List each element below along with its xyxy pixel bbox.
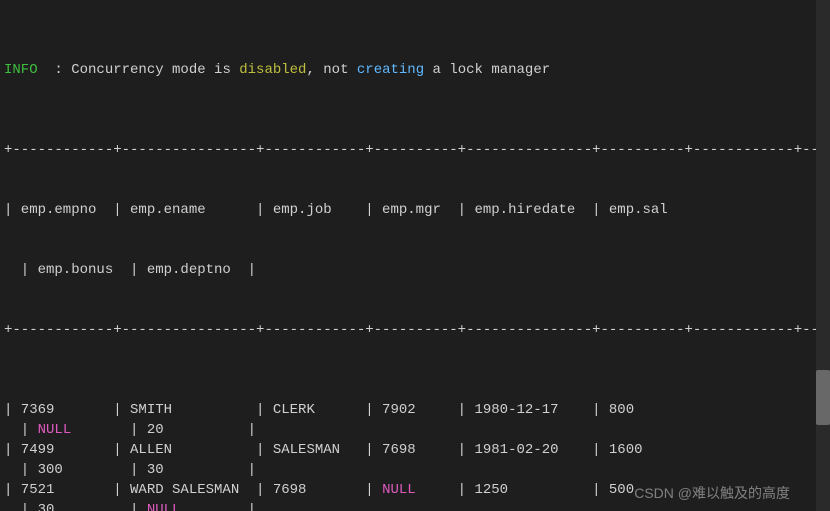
scrollbar-vertical[interactable] [816,0,830,511]
null-value: NULL [38,422,72,438]
table-row-cont: | 300 | 30 | [4,460,826,480]
table-header-line1: | emp.empno | emp.ename | emp.job | emp.… [4,200,826,220]
table-row-cont: | NULL | 20 | [4,420,826,440]
terminal-output: INFO : Concurrency mode is disabled, not… [0,0,830,511]
table-row: | 7499 | ALLEN | SALESMAN | 7698 | 1981-… [4,440,826,460]
table-row: | 7369 | SMITH | CLERK | 7902 | 1980-12-… [4,400,826,420]
log-level-info: INFO [4,62,38,78]
log-info-line: INFO : Concurrency mode is disabled, not… [4,60,826,80]
table-border-mid: +------------+----------------+---------… [4,320,826,340]
watermark: CSDN @难以触及的高度 [634,483,790,503]
table-header-line2: | emp.bonus | emp.deptno | [4,260,826,280]
scrollbar-thumb[interactable] [816,370,830,425]
keyword-disabled: disabled [239,62,306,78]
keyword-creating: creating [357,62,424,78]
null-value: NULL [382,482,416,498]
null-value: NULL [147,502,181,511]
table-border-top: +------------+----------------+---------… [4,140,826,160]
